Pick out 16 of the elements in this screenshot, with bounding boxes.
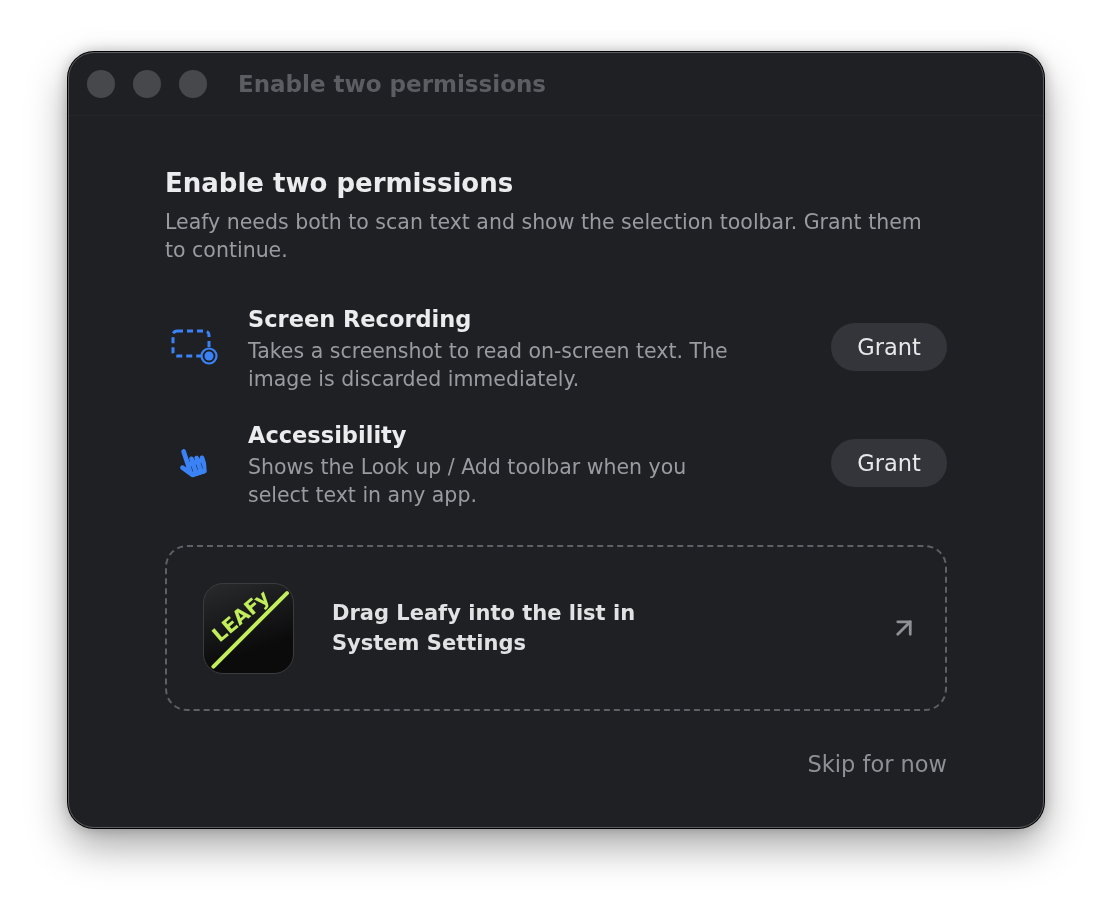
drag-instruction: Drag Leafy into the list in System Settings xyxy=(332,600,637,657)
permission-title: Screen Recording xyxy=(248,305,472,334)
pointing-hand-icon xyxy=(177,446,207,480)
close-window-button[interactable] xyxy=(87,70,115,98)
screen-selection-icon xyxy=(171,329,218,365)
dialog-subtitle: Leafy needs both to scan text and show the selection toolbar. Grant them to continue. xyxy=(165,209,923,264)
zoom-window-button[interactable] xyxy=(179,70,207,98)
skip-link[interactable]: Skip for now xyxy=(807,751,947,777)
window-title: Enable two permissions xyxy=(238,71,546,97)
permission-description: Shows the Look up / Add toolbar when you select text in any app. xyxy=(248,454,688,509)
grant-button[interactable]: Grant xyxy=(831,323,947,371)
permission-title: Accessibility xyxy=(248,421,407,450)
minimize-window-button[interactable] xyxy=(133,70,161,98)
grant-button[interactable]: Grant xyxy=(831,439,947,487)
permission-description: Takes a screenshot to read on-screen text. The image is discarded immediately. xyxy=(248,338,729,393)
dialog-heading: Enable two permissions xyxy=(165,167,514,200)
